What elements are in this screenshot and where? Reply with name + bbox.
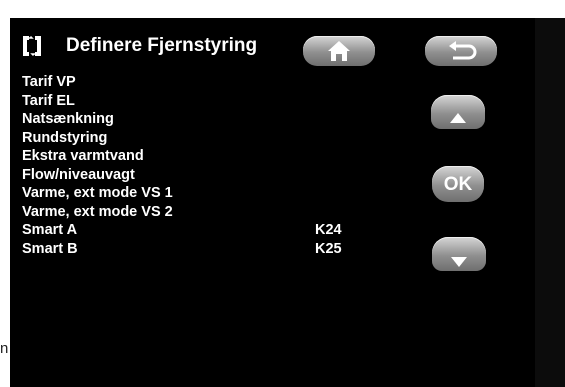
list-item[interactable]: Natsænkning — [22, 110, 362, 129]
back-arrow-icon — [449, 41, 477, 60]
list-item[interactable]: Ekstra varmtvand — [22, 147, 362, 166]
list-item[interactable]: Varme, ext mode VS 2 — [22, 203, 362, 222]
list-item-value: K24 — [315, 222, 342, 238]
margin-text: n — [0, 340, 9, 357]
list-item[interactable]: Flow/niveauvagt — [22, 166, 362, 185]
list-item-label: Smart B — [22, 240, 78, 257]
list-item-label: Varme, ext mode VS 2 — [22, 203, 173, 220]
list-item-value: K25 — [315, 240, 342, 257]
list-item[interactable]: Smart B K25 — [22, 240, 362, 259]
menu-list: Tarif VP Tarif EL Natsænkning Rundstyring Ek… — [22, 73, 362, 258]
list-item-label: Smart A — [22, 222, 78, 238]
home-icon — [328, 41, 350, 61]
list-item[interactable]: Varme, ext mode VS 1 — [22, 184, 362, 203]
list-item[interactable]: Tarif EL — [22, 92, 362, 111]
list-item-label: Rundstyring — [22, 129, 108, 146]
down-arrow-icon — [451, 257, 467, 267]
page-title: Definere Fjernstyring — [66, 35, 258, 56]
list-item-label: Tarif EL — [22, 92, 75, 109]
ok-button[interactable]: OK — [432, 166, 484, 202]
list-item[interactable]: Smart A K24 — [22, 221, 362, 240]
list-item-label: Tarif VP — [22, 74, 76, 90]
list-item-label: Flow/niveauvagt — [22, 166, 135, 183]
list-item-label: Ekstra varmtvand — [22, 148, 144, 164]
list-item-label: Varme, ext mode VS 1 — [22, 185, 173, 201]
ok-label: OK — [443, 174, 473, 195]
list-item[interactable]: Rundstyring — [22, 129, 362, 148]
scroll-up-button[interactable] — [431, 95, 485, 129]
list-item-label: Natsænkning — [22, 111, 114, 127]
remote-control-icon — [20, 34, 44, 58]
display-edge — [535, 18, 565, 387]
header: Definere Fjernstyring — [20, 34, 257, 58]
up-arrow-icon — [450, 113, 466, 123]
screen: n Definere Fjernstyring Tarif VP Tarif EL… — [0, 0, 565, 387]
home-button[interactable] — [303, 36, 375, 66]
back-button[interactable] — [425, 36, 497, 66]
scroll-down-button[interactable] — [432, 237, 486, 271]
list-item[interactable]: Tarif VP — [22, 73, 362, 92]
left-margin: n — [0, 18, 10, 387]
